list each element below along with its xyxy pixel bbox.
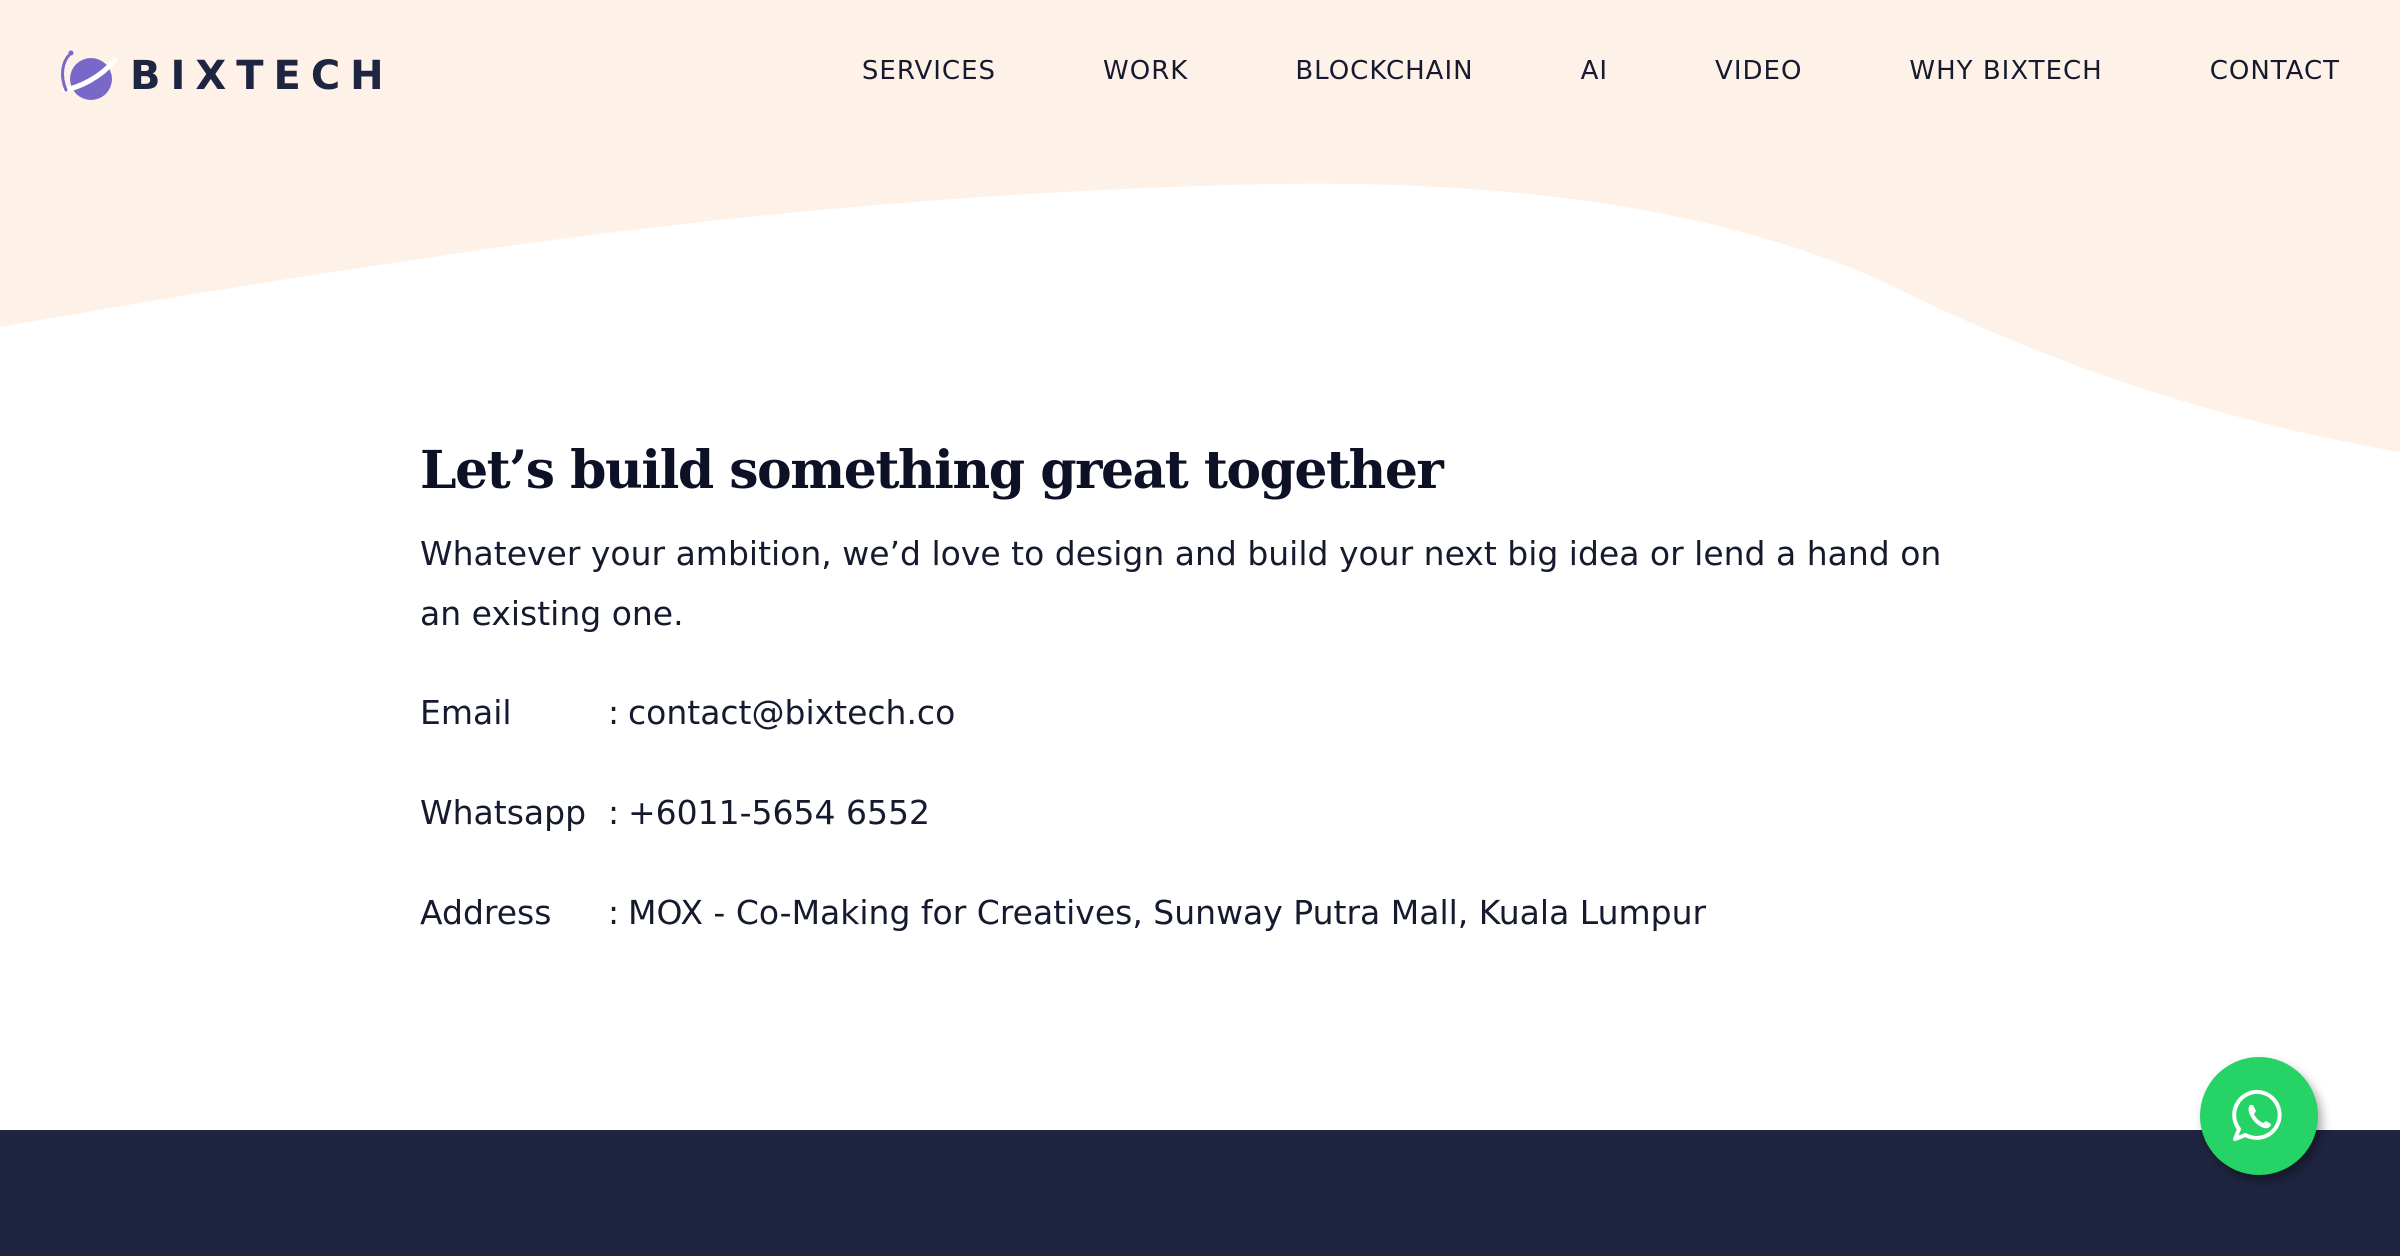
address-value: MOX - Co-Making for Creatives, Sunway Pu…: [628, 892, 1707, 932]
contact-row-whatsapp: Whatsapp : +6011-5654 6552: [420, 782, 1980, 842]
address-separator: :: [608, 892, 620, 932]
whatsapp-icon: [2232, 1089, 2282, 1141]
nav-item-services[interactable]: SERVICES: [862, 56, 996, 86]
email-separator: :: [608, 692, 620, 732]
footer: [0, 1130, 2400, 1256]
whatsapp-label: Whatsapp: [420, 792, 587, 832]
contact-section: Let’s build something great together Wha…: [420, 440, 1980, 982]
nav-item-ai[interactable]: AI: [1581, 56, 1608, 86]
nav-item-blockchain[interactable]: BLOCKCHAIN: [1295, 56, 1473, 86]
whatsapp-chat-button[interactable]: [2200, 1057, 2318, 1175]
email-label: Email: [420, 692, 512, 732]
email-link[interactable]: contact@bixtech.co: [628, 693, 955, 732]
nav-item-work[interactable]: WORK: [1103, 56, 1188, 86]
site-header: BIXTECH SERVICES WORK BLOCKCHAIN AI VIDE…: [0, 0, 2400, 160]
brand-name: BIXTECH: [130, 53, 394, 99]
nav-item-why-bixtech[interactable]: WHY BIXTECH: [1909, 56, 2102, 86]
intro-text: Whatever your ambition, we’d love to des…: [420, 534, 1942, 634]
whatsapp-separator: :: [608, 792, 620, 832]
address-label: Address: [420, 892, 552, 932]
contact-row-email: Email : contact@bixtech.co: [420, 682, 1980, 742]
page-title: Let’s build something great together: [420, 440, 1444, 501]
contact-row-address: Address : MOX - Co-Making for Creatives,…: [420, 882, 1980, 942]
contact-details: Email : contact@bixtech.co Whatsapp : +6…: [420, 682, 1980, 942]
whatsapp-number-link[interactable]: +6011-5654 6552: [628, 793, 930, 832]
planet-logo-icon: [61, 50, 118, 100]
main-nav: SERVICES WORK BLOCKCHAIN AI VIDEO WHY BI…: [862, 56, 2340, 86]
brand-logo[interactable]: BIXTECH: [60, 46, 394, 106]
nav-item-contact[interactable]: CONTACT: [2210, 56, 2340, 86]
nav-item-video[interactable]: VIDEO: [1715, 56, 1802, 86]
